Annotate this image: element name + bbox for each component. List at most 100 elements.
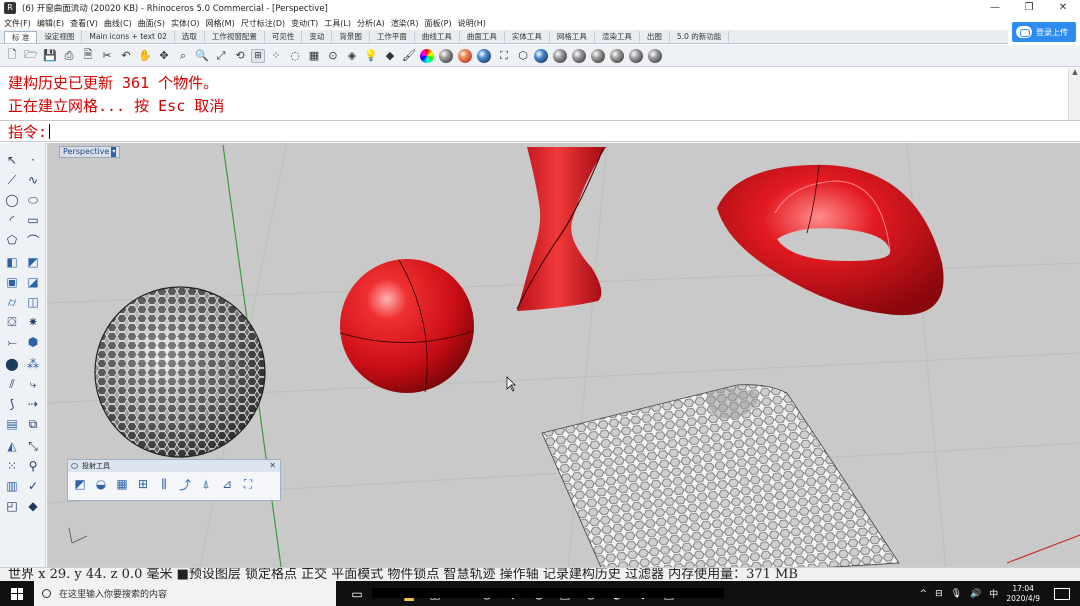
dimension-icon[interactable]: ▥ bbox=[3, 477, 21, 495]
display-technical-icon[interactable] bbox=[648, 48, 662, 63]
menu-solid[interactable]: 实体(O) bbox=[171, 18, 200, 29]
rectangle-icon[interactable]: ▭ bbox=[24, 211, 42, 229]
boolean-union-icon[interactable]: ⬤ bbox=[3, 355, 21, 373]
point-icon[interactable]: · bbox=[24, 151, 42, 169]
arc-icon[interactable]: ◜ bbox=[3, 211, 21, 229]
help-icon[interactable] bbox=[534, 48, 548, 63]
perspective-viewport[interactable]: Perspective ▾ bbox=[47, 143, 1080, 581]
microphone-icon[interactable]: 🎙 bbox=[951, 589, 962, 599]
tab-mesh-tools[interactable]: 网格工具 bbox=[550, 31, 595, 43]
zoom-extents-icon[interactable]: ⤢ bbox=[213, 48, 229, 64]
menu-edit[interactable]: 编辑(E) bbox=[37, 18, 64, 29]
login-upload-button[interactable]: 登录上传 bbox=[1012, 22, 1076, 42]
extrude-surface-icon[interactable]: ◩ bbox=[24, 253, 42, 271]
display-ghosted-icon[interactable] bbox=[610, 48, 624, 63]
display-shaded-icon[interactable] bbox=[572, 48, 586, 63]
command-input[interactable] bbox=[50, 122, 1080, 140]
join-icon[interactable]: ⟆ bbox=[3, 395, 21, 413]
grid-icon[interactable]: ▦ bbox=[306, 48, 322, 64]
perforated-metal-sphere[interactable] bbox=[94, 286, 266, 458]
project-to-surface-icon[interactable]: ◩ bbox=[72, 475, 88, 493]
scale-icon[interactable]: ⤡ bbox=[24, 437, 42, 455]
object-snap-icon[interactable]: ⊙ bbox=[325, 48, 341, 64]
menu-analyze[interactable]: 分析(A) bbox=[357, 18, 385, 29]
menu-help[interactable]: 说明(H) bbox=[458, 18, 486, 29]
display-rendered-icon[interactable] bbox=[591, 48, 605, 63]
tab-select[interactable]: 选取 bbox=[175, 31, 205, 43]
menu-surface[interactable]: 曲面(S) bbox=[138, 18, 165, 29]
tab-main-icons[interactable]: Main icons + text 02 bbox=[82, 31, 175, 43]
fillet-edge-icon[interactable]: ⤷ bbox=[24, 375, 42, 393]
perforated-hex-plate[interactable] bbox=[541, 384, 900, 581]
text-icon[interactable]: ◰ bbox=[3, 497, 21, 515]
menu-dimension[interactable]: 尺寸标注(D) bbox=[241, 18, 285, 29]
volume-icon[interactable]: 🔊 bbox=[970, 589, 981, 599]
point-cloud-icon[interactable]: ⁘ bbox=[268, 48, 284, 64]
tab-render-tools[interactable]: 渲染工具 bbox=[595, 31, 640, 43]
color-wheel-icon[interactable] bbox=[420, 48, 434, 63]
ime-indicator[interactable]: 中 bbox=[989, 587, 998, 600]
start-button[interactable] bbox=[0, 581, 34, 606]
flow-along-surface-icon[interactable]: ◒ bbox=[93, 475, 109, 493]
zoom-icon[interactable]: ⌕ bbox=[175, 48, 191, 64]
zoom-window-icon[interactable]: 🔍 bbox=[194, 48, 210, 64]
viewport-title[interactable]: Perspective ▾ bbox=[59, 146, 121, 158]
rhino-app-icon[interactable]: R bbox=[4, 2, 16, 14]
menu-panels[interactable]: 面板(P) bbox=[425, 18, 452, 29]
new-file-icon[interactable]: 🗋 bbox=[4, 48, 20, 64]
menu-curve[interactable]: 曲线(C) bbox=[104, 18, 132, 29]
cplane-icon[interactable] bbox=[458, 48, 472, 63]
floating-toolbar-header[interactable]: 投射工具 ✕ bbox=[68, 460, 280, 472]
tab-cplanes[interactable]: 工作平面 bbox=[370, 31, 415, 43]
command-history-scrollbar[interactable]: ▲ bbox=[1068, 68, 1080, 120]
viewport-menu-dropdown-icon[interactable]: ▾ bbox=[111, 147, 117, 157]
check-icon[interactable]: ✓ bbox=[24, 477, 42, 495]
menu-tools[interactable]: 工具(L) bbox=[324, 18, 351, 29]
restore-button[interactable]: ❐ bbox=[1012, 0, 1046, 16]
red-twisted-surface[interactable] bbox=[516, 147, 606, 311]
menu-file[interactable]: 文件(F) bbox=[4, 18, 31, 29]
layer-icon[interactable]: ◈ bbox=[344, 48, 360, 64]
menu-mesh[interactable]: 网格(M) bbox=[206, 18, 235, 29]
menu-render[interactable]: 渲染(R) bbox=[391, 18, 419, 29]
environment-icon[interactable] bbox=[477, 48, 491, 63]
paint-icon[interactable]: 🖌 bbox=[401, 48, 417, 64]
offset-icon[interactable]: ⫽ bbox=[3, 375, 21, 393]
rotate-3d-icon[interactable]: ◭ bbox=[3, 437, 21, 455]
close-button[interactable]: ✕ bbox=[1046, 0, 1080, 16]
explode-icon[interactable]: ✷ bbox=[24, 313, 42, 331]
circle-icon[interactable]: ◯ bbox=[3, 191, 21, 209]
tab-transform[interactable]: 变动 bbox=[302, 31, 333, 43]
polyline-icon[interactable]: ⟋ bbox=[3, 171, 21, 189]
cut-icon[interactable]: ✂ bbox=[99, 48, 115, 64]
sweep-icon[interactable]: ◫ bbox=[24, 293, 42, 311]
tab-viewport-layout[interactable]: 工作视窗配置 bbox=[205, 31, 265, 43]
print-icon[interactable]: ⎙ bbox=[61, 48, 77, 64]
tab-standard[interactable]: 标 准 bbox=[4, 31, 38, 43]
import-icon[interactable]: 🗎 bbox=[80, 48, 96, 64]
boolean-difference-icon[interactable]: ⁂ bbox=[24, 355, 42, 373]
render-ball-icon[interactable] bbox=[439, 48, 453, 63]
network-icon[interactable]: ⊟ bbox=[935, 589, 943, 599]
select-lasso-icon[interactable]: ◌ bbox=[287, 48, 303, 64]
taskbar-search-box[interactable]: 在这里输入你要搜索的内容 bbox=[34, 581, 336, 606]
tab-background-bitmap[interactable]: 背景图 bbox=[332, 31, 370, 43]
tab-drafting[interactable]: 出图 bbox=[640, 31, 670, 43]
rotate-icon[interactable]: ⟲ bbox=[232, 48, 248, 64]
tab-new-in-v5[interactable]: 5.0 的新功能 bbox=[670, 31, 730, 43]
clock[interactable]: 17:04 2020/4/9 bbox=[1006, 584, 1040, 604]
tab-set-view[interactable]: 设定视图 bbox=[37, 31, 83, 43]
save-icon[interactable]: 💾 bbox=[42, 48, 58, 64]
tab-surface-tools[interactable]: 曲面工具 bbox=[460, 31, 505, 43]
clipping-icon[interactable]: ⛶ bbox=[496, 48, 512, 64]
red-sphere[interactable] bbox=[339, 259, 475, 393]
split-icon[interactable]: ⬢ bbox=[24, 333, 42, 351]
minimize-button[interactable]: — bbox=[978, 0, 1012, 16]
group-icon[interactable]: ▤ bbox=[3, 415, 21, 433]
array-icon[interactable]: ⁙ bbox=[3, 457, 21, 475]
floating-toolbar-close-icon[interactable]: ✕ bbox=[269, 460, 276, 472]
box-icon[interactable]: ▣ bbox=[3, 273, 21, 291]
bend-icon[interactable]: ⤴ bbox=[177, 475, 193, 493]
open-folder-icon[interactable]: 🗁 bbox=[23, 48, 39, 64]
curve-icon[interactable]: ∿ bbox=[24, 171, 42, 189]
